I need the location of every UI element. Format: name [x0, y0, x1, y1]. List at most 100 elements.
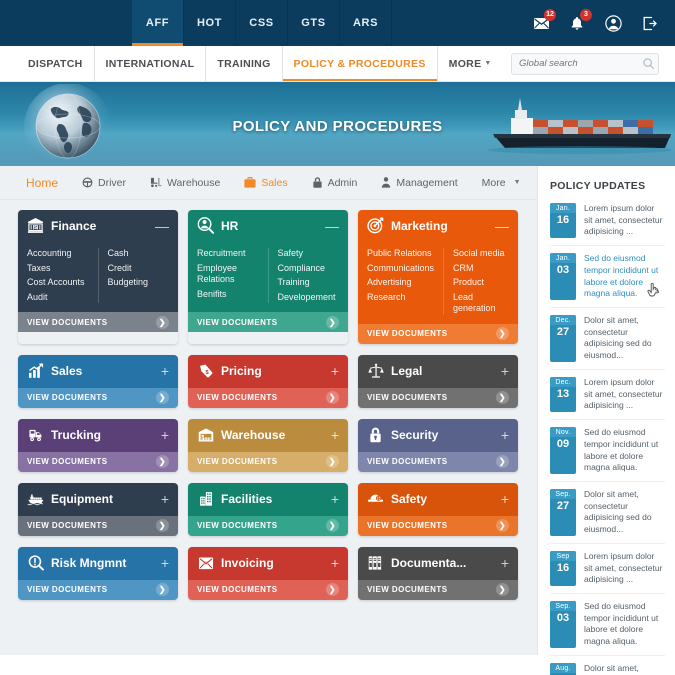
- update-text[interactable]: Dolor sit amet, consectetur adipisicing …: [584, 489, 665, 536]
- policy-update-item[interactable]: Sep 16 Lorem ipsum dolor sit amet, consect…: [550, 542, 665, 593]
- view-documents-button[interactable]: VIEW DOCUMENTS ❯: [18, 312, 178, 333]
- nav-item-policy-procedures[interactable]: POLICY & PROCEDURES: [283, 46, 438, 81]
- card-link[interactable]: Compliance: [278, 263, 340, 275]
- expand-card-button[interactable]: +: [157, 492, 169, 506]
- policy-update-item[interactable]: Jan. 16 Lorem ipsum dolor sit amet, consec…: [550, 203, 665, 245]
- card-link[interactable]: Accounting: [27, 248, 89, 260]
- card-link[interactable]: Taxes: [27, 263, 89, 275]
- card-link[interactable]: Audit: [27, 292, 89, 304]
- department-card-security[interactable]: Security + VIEW DOCUMENTS ❯: [358, 418, 518, 472]
- card-link[interactable]: Safety: [278, 248, 340, 260]
- expand-card-button[interactable]: +: [157, 428, 169, 442]
- expand-card-button[interactable]: +: [327, 492, 339, 506]
- section-tab-admin[interactable]: Admin: [300, 177, 370, 189]
- update-text[interactable]: Dolor sit amet, consectetur adipisicing …: [584, 663, 665, 675]
- view-documents-button[interactable]: VIEW DOCUMENTS ❯: [358, 579, 518, 600]
- department-card-equipment[interactable]: Equipment + VIEW DOCUMENTS ❯: [18, 482, 178, 536]
- view-documents-button[interactable]: VIEW DOCUMENTS ❯: [358, 323, 518, 344]
- policy-update-item[interactable]: Aug.27 Dolor sit amet, consectetur adipis…: [550, 654, 665, 675]
- collapse-card-button[interactable]: —: [321, 219, 339, 233]
- expand-card-button[interactable]: +: [497, 556, 509, 570]
- policy-update-item[interactable]: Sep. 03 Sed do eiusmod tempor incididunt u…: [550, 592, 665, 655]
- view-documents-button[interactable]: VIEW DOCUMENTS ❯: [18, 579, 178, 600]
- card-link[interactable]: Training: [278, 277, 340, 289]
- expand-card-button[interactable]: +: [157, 364, 169, 378]
- top-tab-aff[interactable]: AFF: [132, 0, 184, 46]
- department-card-documenta[interactable]: Documenta... + VIEW DOCUMENTS ❯: [358, 546, 518, 600]
- view-documents-button[interactable]: VIEW DOCUMENTS ❯: [358, 451, 518, 472]
- department-card-warehouse[interactable]: Warehouse + VIEW DOCUMENTS ❯: [188, 418, 348, 472]
- card-link[interactable]: Developement: [278, 292, 340, 304]
- department-card-finance[interactable]: $ Finance — Accounting Taxes Cost Accounts Aud…: [18, 210, 178, 344]
- section-tab-management[interactable]: Management: [369, 177, 469, 189]
- policy-update-item[interactable]: Sep. 27 Dolor sit amet, consectetur adipis…: [550, 480, 665, 543]
- nav-item-training[interactable]: TRAINING: [206, 46, 283, 81]
- department-card-marketing[interactable]: Marketing — Public Relations Communications…: [358, 210, 518, 344]
- policy-update-item[interactable]: Dec. 27 Dolor sit amet, consectetur adipis…: [550, 307, 665, 369]
- expand-card-button[interactable]: +: [327, 364, 339, 378]
- bell-icon[interactable]: 3: [567, 9, 592, 33]
- card-link[interactable]: Credit: [108, 263, 170, 275]
- expand-card-button[interactable]: +: [497, 364, 509, 378]
- policy-update-item[interactable]: Jan. 03 Sed do eiusmod tempor incididunt u…: [550, 245, 665, 307]
- top-tab-ars[interactable]: ARS: [340, 0, 392, 46]
- section-tab-more[interactable]: More ▼: [470, 177, 533, 189]
- top-tab-hot[interactable]: HOT: [184, 0, 236, 46]
- card-link[interactable]: Lead generation: [453, 292, 509, 315]
- view-documents-button[interactable]: VIEW DOCUMENTS ❯: [188, 515, 348, 536]
- card-link[interactable]: Cost Accounts: [27, 277, 89, 289]
- search-input[interactable]: [519, 58, 643, 69]
- card-link[interactable]: Communications: [367, 263, 434, 275]
- card-link[interactable]: Social media: [453, 248, 509, 260]
- department-card-risk-mngmnt[interactable]: Risk Mngmnt + VIEW DOCUMENTS ❯: [18, 546, 178, 600]
- nav-item-dispatch[interactable]: DISPATCH: [16, 46, 95, 81]
- collapse-card-button[interactable]: —: [151, 219, 169, 233]
- expand-card-button[interactable]: +: [497, 428, 509, 442]
- card-link[interactable]: Cash: [108, 248, 170, 260]
- department-card-sales[interactable]: Sales + VIEW DOCUMENTS ❯: [18, 354, 178, 408]
- expand-card-button[interactable]: +: [327, 428, 339, 442]
- policy-update-item[interactable]: Dec. 13 Lorem ipsum dolor sit amet, consec…: [550, 368, 665, 419]
- card-link[interactable]: Benifits: [197, 289, 259, 301]
- view-documents-button[interactable]: VIEW DOCUMENTS ❯: [18, 451, 178, 472]
- card-link[interactable]: Public Relations: [367, 248, 434, 260]
- department-card-trucking[interactable]: Trucking + VIEW DOCUMENTS ❯: [18, 418, 178, 472]
- card-link[interactable]: Recruitment: [197, 248, 259, 260]
- update-text[interactable]: Lorem ipsum dolor sit amet, consectetur …: [584, 551, 665, 586]
- card-link[interactable]: CRM: [453, 263, 509, 275]
- collapse-card-button[interactable]: —: [491, 219, 509, 233]
- view-documents-button[interactable]: VIEW DOCUMENTS ❯: [18, 515, 178, 536]
- update-text[interactable]: Sed do eiusmod tempor incididunt ut labo…: [584, 427, 665, 474]
- nav-item-international[interactable]: INTERNATIONAL: [95, 46, 207, 81]
- top-tab-css[interactable]: CSS: [236, 0, 288, 46]
- department-card-pricing[interactable]: $ Pricing + VIEW DOCUMENTS ❯: [188, 354, 348, 408]
- expand-card-button[interactable]: +: [327, 556, 339, 570]
- section-tab-warehouse[interactable]: Warehouse: [138, 177, 232, 189]
- card-link[interactable]: Budgeting: [108, 277, 170, 289]
- card-link[interactable]: Advertising: [367, 277, 434, 289]
- nav-item-more[interactable]: MORE ▼: [438, 46, 503, 81]
- global-search-box[interactable]: [511, 52, 659, 75]
- department-card-legal[interactable]: Legal + VIEW DOCUMENTS ❯: [358, 354, 518, 408]
- top-tab-gts[interactable]: GTS: [288, 0, 340, 46]
- update-text[interactable]: Lorem ipsum dolor sit amet, consectetur …: [584, 377, 665, 412]
- user-account-icon[interactable]: [603, 13, 623, 33]
- department-card-hr[interactable]: HR — Recruitment Employee Relations Benifits…: [188, 210, 348, 344]
- view-documents-button[interactable]: VIEW DOCUMENTS ❯: [358, 515, 518, 536]
- view-documents-button[interactable]: VIEW DOCUMENTS ❯: [188, 451, 348, 472]
- view-documents-button[interactable]: VIEW DOCUMENTS ❯: [18, 387, 178, 408]
- section-tab-driver[interactable]: Driver: [70, 177, 138, 189]
- view-documents-button[interactable]: VIEW DOCUMENTS ❯: [188, 387, 348, 408]
- logout-icon[interactable]: [639, 13, 659, 33]
- section-tab-home[interactable]: Home: [22, 176, 70, 190]
- card-link[interactable]: Product: [453, 277, 509, 289]
- section-tab-sales[interactable]: Sales: [232, 177, 299, 189]
- department-card-facilities[interactable]: Facilities + VIEW DOCUMENTS ❯: [188, 482, 348, 536]
- update-text[interactable]: Dolor sit amet, consectetur adipisicing …: [584, 315, 665, 362]
- view-documents-button[interactable]: VIEW DOCUMENTS ❯: [188, 579, 348, 600]
- card-link[interactable]: Research: [367, 292, 434, 304]
- view-documents-button[interactable]: VIEW DOCUMENTS ❯: [188, 312, 348, 333]
- policy-update-item[interactable]: Nov. 09 Sed do eiusmod tempor incididunt u…: [550, 419, 665, 481]
- card-link[interactable]: Employee Relations: [197, 263, 259, 286]
- update-text[interactable]: Sed do eiusmod tempor incididunt ut labo…: [584, 601, 665, 648]
